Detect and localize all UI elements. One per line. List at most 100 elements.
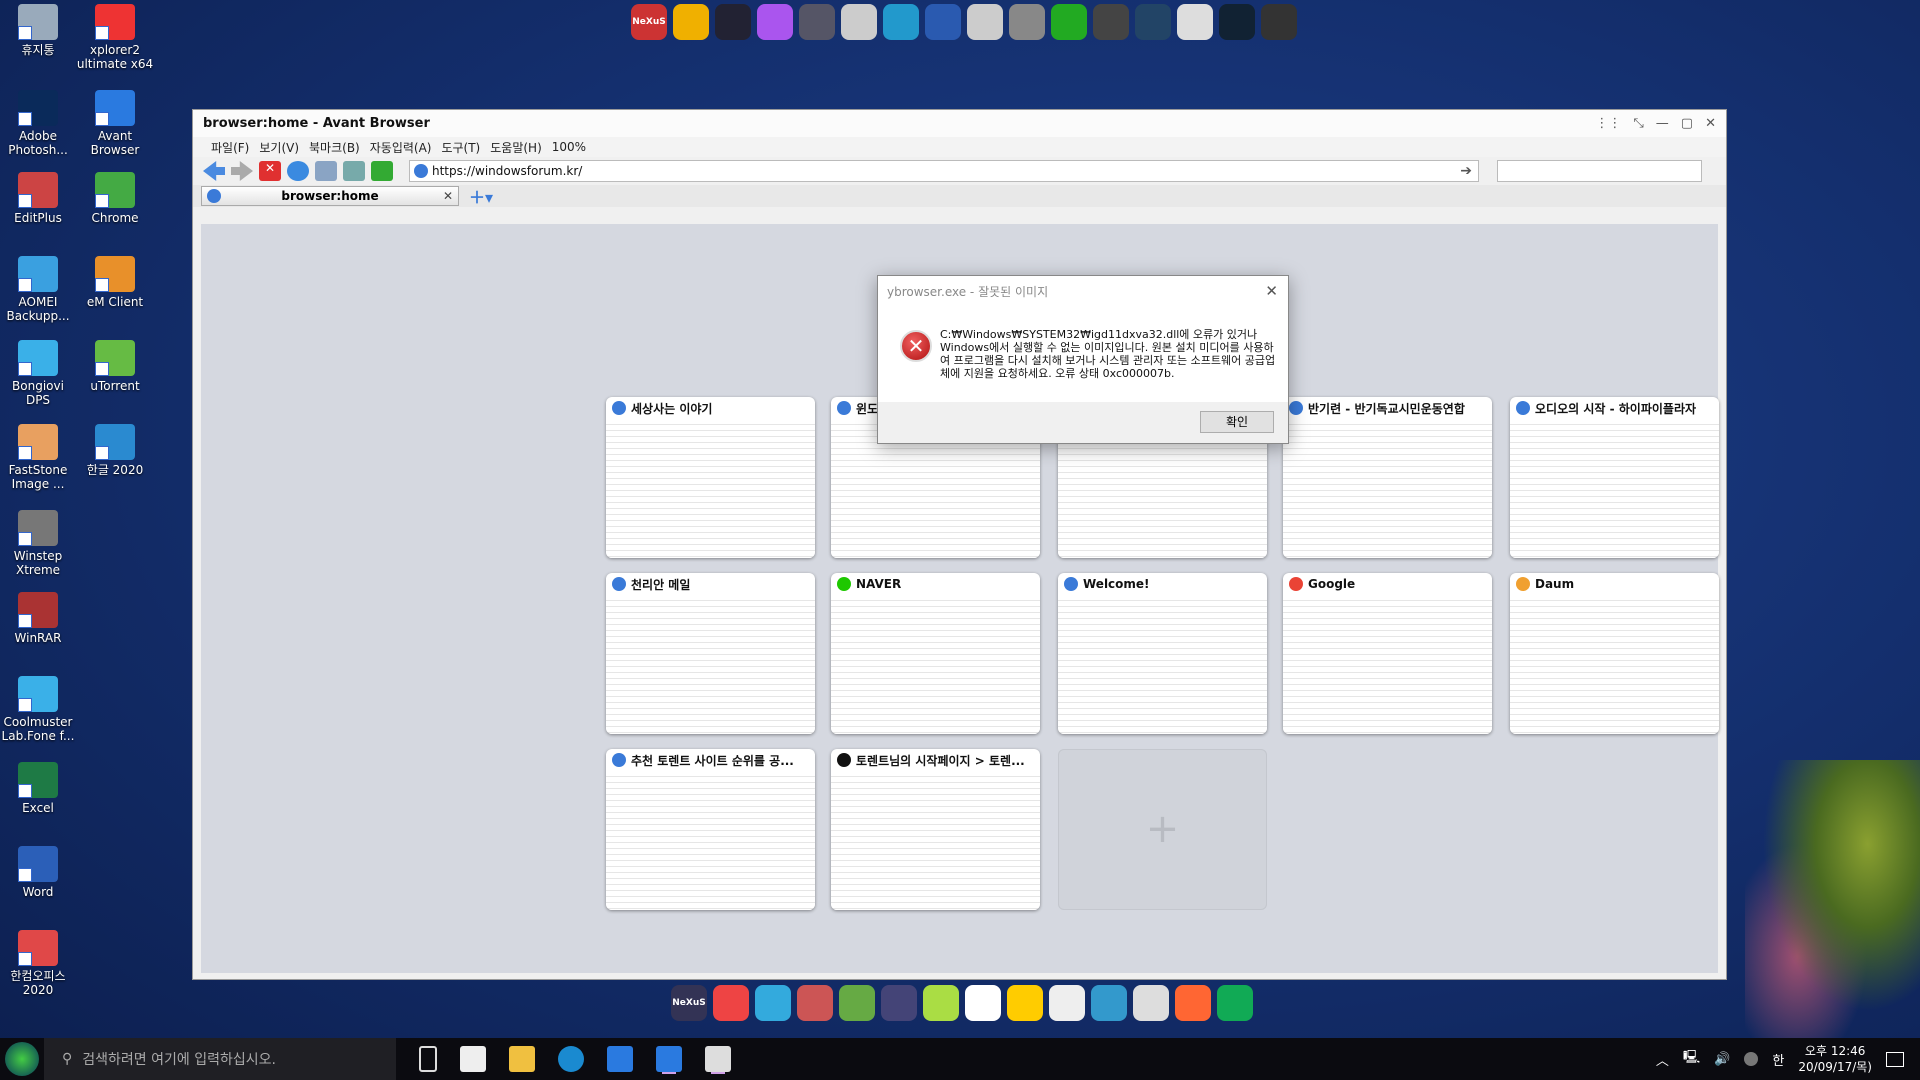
nexus-dock-icon[interactable]: NeXuS bbox=[631, 4, 667, 40]
tray-app-icon[interactable] bbox=[1744, 1052, 1759, 1066]
dock-app-icon[interactable] bbox=[1175, 985, 1211, 1021]
address-bar[interactable]: https://windowsforum.kr/ ➔ bbox=[409, 160, 1479, 182]
speed-dial-tile[interactable]: 천리안 메일 bbox=[606, 573, 815, 734]
desktop-icon[interactable]: Coolmuster Lab.Fone f... bbox=[0, 676, 77, 743]
dock-app-icon[interactable] bbox=[1051, 4, 1087, 40]
dock-app-icon[interactable] bbox=[715, 4, 751, 40]
speed-dial-tile[interactable]: 반기련 - 반기독교시민운동연합 bbox=[1283, 397, 1492, 558]
dock-app-icon[interactable] bbox=[881, 985, 917, 1021]
desktop-icon[interactable]: AOMEI Backupp... bbox=[0, 256, 77, 323]
dock-app-icon[interactable] bbox=[965, 985, 1001, 1021]
desktop-icon[interactable]: Avant Browser bbox=[76, 90, 154, 157]
taskbar-search[interactable]: ⚲ 검색하려면 여기에 입력하십시오. bbox=[44, 1038, 396, 1080]
add-speed-dial-tile[interactable]: + bbox=[1058, 749, 1267, 910]
dock-app-icon[interactable] bbox=[1009, 4, 1045, 40]
minimize-button[interactable]: — bbox=[1656, 116, 1669, 131]
dock-app-icon[interactable] bbox=[1049, 985, 1085, 1021]
dialog-close-button[interactable]: ✕ bbox=[1265, 282, 1278, 300]
desktop-icon[interactable]: 휴지통 bbox=[0, 4, 77, 57]
desktop-icon[interactable]: xplorer2 ultimate x64 bbox=[76, 4, 154, 71]
speed-dial-tile[interactable]: 오디오의 시작 - 하이파이플라자 bbox=[1510, 397, 1719, 558]
web-search-input[interactable] bbox=[1497, 160, 1702, 182]
desktop-icon[interactable]: Adobe Photosh... bbox=[0, 90, 77, 157]
dock-app-icon[interactable] bbox=[1133, 985, 1169, 1021]
go-icon[interactable]: ➔ bbox=[1460, 163, 1472, 179]
desktop-icon[interactable]: Excel bbox=[0, 762, 77, 815]
clock[interactable]: 오후 12:46 20/09/17/목) bbox=[1798, 1043, 1872, 1075]
dock-app-icon[interactable] bbox=[1091, 985, 1127, 1021]
menu-item[interactable]: 파일(F) bbox=[211, 139, 249, 156]
dock-app-icon[interactable] bbox=[967, 4, 1003, 40]
desktop-icon[interactable]: 한컴오피스 2020 bbox=[0, 930, 77, 997]
menu-item[interactable]: 자동입력(A) bbox=[370, 139, 432, 156]
back-button[interactable] bbox=[203, 161, 225, 181]
notifications-icon[interactable] bbox=[1886, 1051, 1904, 1067]
dock-app-icon[interactable] bbox=[797, 985, 833, 1021]
nexus-dock-icon[interactable]: NeXuS bbox=[671, 985, 707, 1021]
menu-item[interactable]: 100% bbox=[552, 140, 586, 154]
desktop-icon[interactable]: FastStone Image ... bbox=[0, 424, 77, 491]
print-button[interactable] bbox=[343, 161, 365, 181]
dock-app-icon[interactable] bbox=[1219, 4, 1255, 40]
dock-app-icon[interactable] bbox=[755, 985, 791, 1021]
tab-browser-home[interactable]: browser:home ✕ bbox=[201, 186, 459, 206]
desktop-icon[interactable]: 한글 2020 bbox=[76, 424, 154, 477]
speed-dial-tile[interactable]: Welcome! bbox=[1058, 573, 1267, 734]
dock-app-icon[interactable] bbox=[673, 4, 709, 40]
dock-app-icon[interactable] bbox=[925, 4, 961, 40]
task-view-icon[interactable] bbox=[419, 1046, 437, 1072]
dock-app-icon[interactable] bbox=[883, 4, 919, 40]
app-window-icon[interactable] bbox=[705, 1046, 731, 1072]
dock-app-icon[interactable] bbox=[1007, 985, 1043, 1021]
volume-icon[interactable]: 🔊 bbox=[1714, 1052, 1730, 1067]
mail-icon[interactable] bbox=[460, 1046, 486, 1072]
avant-browser-icon[interactable] bbox=[607, 1046, 633, 1072]
dock-app-icon[interactable] bbox=[1177, 4, 1213, 40]
speed-dial-tile[interactable]: Google bbox=[1283, 573, 1492, 734]
menu-item[interactable]: 도구(T) bbox=[441, 139, 480, 156]
desktop-icon[interactable]: Bongiovi DPS bbox=[0, 340, 77, 407]
forward-button[interactable] bbox=[231, 161, 253, 181]
pin-icon[interactable]: ⤡ bbox=[1633, 116, 1643, 131]
desktop-icon[interactable]: uTorrent bbox=[76, 340, 154, 393]
menu-item[interactable]: 북마크(B) bbox=[309, 139, 360, 156]
new-tab-button[interactable]: ＋▾ bbox=[469, 184, 493, 208]
maximize-button[interactable]: ▢ bbox=[1681, 116, 1693, 131]
dock-app-icon[interactable] bbox=[1093, 4, 1129, 40]
desktop-icon[interactable]: Word bbox=[0, 846, 77, 899]
speed-dial-tile[interactable]: NAVER bbox=[831, 573, 1040, 734]
start-button[interactable] bbox=[0, 1038, 44, 1080]
desktop-icon[interactable]: WinRAR bbox=[0, 592, 77, 645]
speed-dial-tile[interactable]: 추천 토렌트 사이트 순위를 공... bbox=[606, 749, 815, 910]
desktop-icon[interactable]: Chrome bbox=[76, 172, 154, 225]
ok-button[interactable]: 확인 bbox=[1200, 411, 1274, 433]
avant-browser-active-icon[interactable] bbox=[656, 1046, 682, 1072]
stop-button[interactable]: ✕ bbox=[259, 161, 281, 181]
dock-app-icon[interactable] bbox=[841, 4, 877, 40]
dock-app-icon[interactable] bbox=[839, 985, 875, 1021]
dock-app-icon[interactable] bbox=[713, 985, 749, 1021]
refresh-button[interactable] bbox=[287, 161, 309, 181]
speed-dial-tile[interactable]: 토렌트님의 시작페이지 > 토렌... bbox=[831, 749, 1040, 910]
apps-icon[interactable]: ⋮⋮ bbox=[1595, 116, 1621, 131]
network-icon[interactable]: 🖳 bbox=[1683, 1048, 1700, 1070]
desktop-icon[interactable]: eM Client bbox=[76, 256, 154, 309]
dock-app-icon[interactable] bbox=[1261, 4, 1297, 40]
desktop-icon[interactable]: Winstep Xtreme bbox=[0, 510, 77, 577]
dock-app-icon[interactable] bbox=[799, 4, 835, 40]
desktop-icon[interactable]: EditPlus bbox=[0, 172, 77, 225]
dock-app-icon[interactable] bbox=[923, 985, 959, 1021]
close-button[interactable]: ✕ bbox=[1705, 116, 1716, 131]
home-button[interactable] bbox=[315, 161, 337, 181]
tab-close-icon[interactable]: ✕ bbox=[443, 189, 453, 203]
menu-item[interactable]: 보기(V) bbox=[259, 139, 299, 156]
dock-app-icon[interactable] bbox=[1217, 985, 1253, 1021]
speed-dial-tile[interactable]: Daum bbox=[1510, 573, 1719, 734]
file-explorer-icon[interactable] bbox=[509, 1046, 535, 1072]
show-hidden-icons[interactable]: ︿ bbox=[1656, 1050, 1669, 1069]
menu-item[interactable]: 도움말(H) bbox=[490, 139, 542, 156]
ime-indicator[interactable]: 한 bbox=[1772, 1050, 1784, 1069]
dock-app-icon[interactable] bbox=[1135, 4, 1171, 40]
speed-dial-tile[interactable]: 세상사는 이야기 bbox=[606, 397, 815, 558]
dock-app-icon[interactable] bbox=[757, 4, 793, 40]
